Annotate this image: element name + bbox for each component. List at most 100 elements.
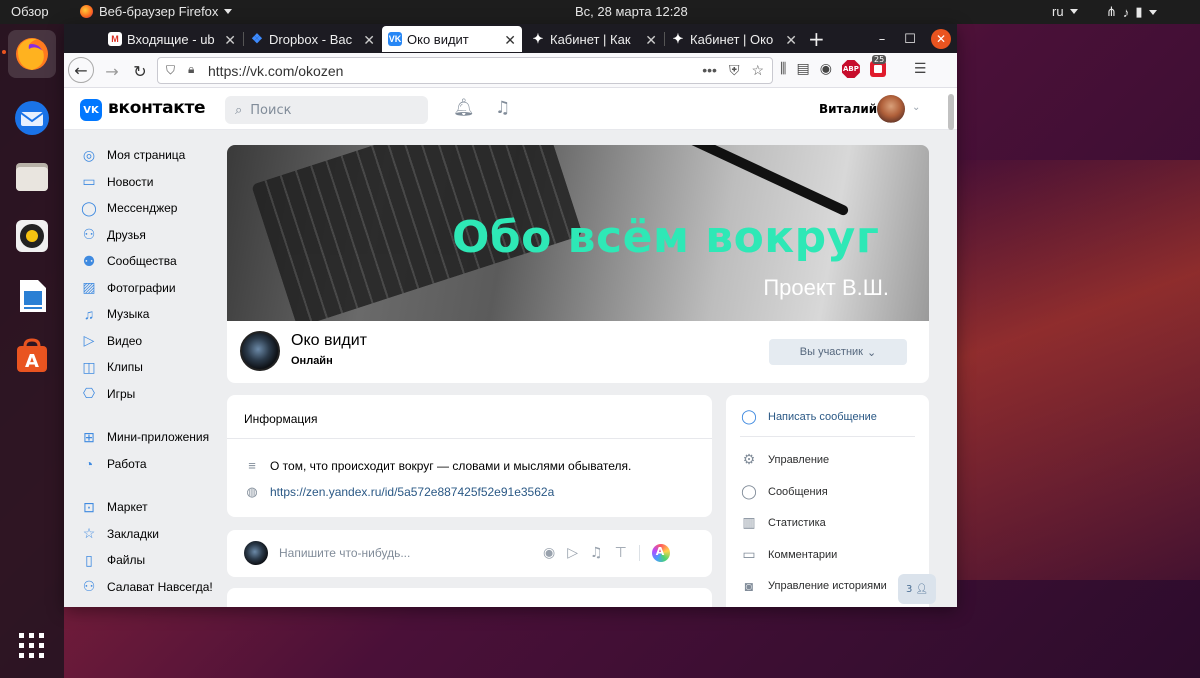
photo-icon: ▨ <box>82 279 96 296</box>
user-name[interactable]: Виталий <box>819 102 877 116</box>
scrollbar[interactable] <box>948 94 954 130</box>
tab-cabinet-1[interactable]: ✦ Кабинет | Как ✕ <box>525 26 663 52</box>
statistics-button[interactable]: ▥ Статистика <box>740 514 825 531</box>
vk-logo-icon[interactable]: VK <box>80 99 102 121</box>
page-actions-icon[interactable]: ••• <box>702 62 717 79</box>
chevron-down-icon <box>224 9 233 14</box>
members-count: 3 <box>905 583 913 595</box>
back-button[interactable]: ← <box>68 57 94 83</box>
article-icon[interactable]: ⊤ <box>615 545 627 561</box>
tab-cabinet-2[interactable]: ✦ Кабинет | Око ✕ <box>665 26 803 52</box>
bell-icon[interactable]: 🔔︎ <box>453 98 475 118</box>
thunderbird-icon <box>15 101 49 135</box>
info-description: О том, что происходит вокруг — словами и… <box>270 458 632 473</box>
sidebar-item-news[interactable]: ▭ Новости <box>80 169 220 196</box>
messages-button[interactable]: ◯ Сообщения <box>740 483 828 500</box>
sidebar-item-label: Мессенджер <box>107 201 178 216</box>
sidebar-item-mini-apps[interactable]: ⊞ Мини-приложения <box>80 424 220 451</box>
activities-button[interactable]: Обзор <box>11 4 49 19</box>
clock[interactable]: Вс, 28 марта 12:28 <box>575 4 688 19</box>
lock-icon[interactable]: 🔒︎ <box>188 62 194 77</box>
close-tab-icon[interactable]: ✕ <box>645 32 657 49</box>
firefox-icon <box>80 5 93 18</box>
sidebar-item-video[interactable]: ▷ Видео <box>80 328 220 355</box>
online-members-pill[interactable]: 3 👤︎ <box>898 574 936 604</box>
dock-rhythmbox[interactable] <box>8 212 56 260</box>
library-icon[interactable]: ⫼ <box>780 61 786 77</box>
reload-button[interactable]: ↻ <box>128 59 152 83</box>
sidebar-item-communities[interactable]: ⚉ Сообщества <box>80 248 220 275</box>
pocket-icon[interactable]: ⛨ <box>729 62 740 79</box>
manage-button[interactable]: ⚙ Управление <box>740 451 829 468</box>
bookmark-star-icon[interactable]: ☆ <box>751 62 764 79</box>
adblock-icon[interactable]: ABP <box>841 60 860 78</box>
sidebar-item-clips[interactable]: ◫ Клипы <box>80 354 220 381</box>
music-icon[interactable]: ♫ <box>495 98 510 118</box>
message-icon: ◯ <box>741 408 757 424</box>
url-bar[interactable]: ⛉ 🔒︎ https://vk.com/okozen ••• ⛨ ☆ <box>157 57 773 84</box>
membership-button[interactable]: Вы участник ⌄ <box>769 339 907 365</box>
news-icon: ▭ <box>82 173 96 190</box>
manage-stories-button[interactable]: ◙ Управление историями <box>740 578 887 594</box>
dock-files[interactable] <box>8 152 56 200</box>
sidebar-item-photos[interactable]: ▨ Фотографии <box>80 275 220 302</box>
community-avatar[interactable] <box>240 331 280 371</box>
close-tab-icon[interactable]: ✕ <box>224 32 236 49</box>
sidebar-item-friends[interactable]: ⚇ Друзья <box>80 222 220 249</box>
user-icon: ◎ <box>82 146 96 163</box>
sidebar-item-files[interactable]: ▯ Файлы <box>80 547 220 574</box>
tab-title: Dropbox - Вас <box>269 31 353 47</box>
sidebar-item-music[interactable]: ♫ Музыка <box>80 301 220 328</box>
sidebar-item-bookmarks[interactable]: ☆ Закладки <box>80 521 220 548</box>
close-tab-icon[interactable]: ✕ <box>785 32 797 49</box>
dock-thunderbird[interactable] <box>8 94 56 142</box>
shield-icon[interactable]: ⛉ <box>166 63 175 78</box>
music-icon[interactable]: ♫ <box>590 545 603 561</box>
close-window-button[interactable]: ✕ <box>931 29 951 49</box>
new-tab-button[interactable]: + <box>808 27 825 51</box>
close-tab-icon[interactable]: ✕ <box>504 32 516 49</box>
account-icon[interactable]: ◉ <box>820 61 832 77</box>
video-icon[interactable]: ▷ <box>567 545 578 561</box>
url-text: https://vk.com/okozen <box>208 63 344 79</box>
sidebar-item-work[interactable]: ◔ Работа <box>80 451 220 478</box>
menu-icon[interactable]: ☰ <box>914 61 927 77</box>
input-language[interactable]: ru <box>1052 4 1078 19</box>
chevron-down-icon[interactable]: ⌄ <box>912 102 920 113</box>
app-menu[interactable]: Веб-браузер Firefox <box>80 4 233 19</box>
avatar[interactable] <box>877 95 905 123</box>
toolbar-icons: ⫼ ▤ ◉ ABP ☰ <box>780 60 926 78</box>
sidebar-item-label: Фотографии <box>107 280 176 295</box>
sidebar-item-my-page[interactable]: ◎ Моя страница <box>80 142 220 169</box>
chevron-down-icon <box>1069 9 1078 14</box>
vk-icon: VK <box>388 32 402 46</box>
firefox-icon <box>16 38 48 70</box>
sidebar-item-market[interactable]: ⊡ Маркет <box>80 494 220 521</box>
sidebar-item-games[interactable]: ⎔ Игры <box>80 381 220 408</box>
camera-icon[interactable]: ◉ <box>543 545 555 561</box>
tab-vk[interactable]: VK Око видит ✕ <box>382 26 522 52</box>
search-input[interactable]: ⌕ Поиск <box>225 96 428 124</box>
forward-button[interactable]: → <box>100 59 124 83</box>
art-icon[interactable] <box>651 544 670 562</box>
info-link[interactable]: https://zen.yandex.ru/id/5a572e887425f52… <box>270 485 554 499</box>
tab-title: Око видит <box>407 31 469 47</box>
system-tray[interactable]: ⋔ ♪ ▮ <box>1106 4 1157 20</box>
maximize-button[interactable]: ☐ <box>900 29 920 49</box>
tab-dropbox[interactable]: ❖ Dropbox - Вас ✕ <box>244 26 381 52</box>
comments-button[interactable]: ▭ Комментарии <box>740 546 837 563</box>
dock-libreoffice-writer[interactable] <box>8 272 56 320</box>
write-message-button[interactable]: ◯ Написать сообщение <box>740 408 877 425</box>
dock-firefox[interactable] <box>8 30 56 78</box>
minimize-button[interactable]: – <box>872 29 892 49</box>
tab-gmail[interactable]: M Входящие - ub ✕ <box>102 26 242 52</box>
close-tab-icon[interactable]: ✕ <box>363 32 375 49</box>
post-input[interactable]: Напишите что-нибудь... <box>279 546 410 560</box>
show-applications-button[interactable] <box>8 622 56 670</box>
sidebar-item-salavat[interactable]: ⚇ Салават Навсегда! <box>80 574 220 601</box>
vk-logo-text[interactable]: вконтакте <box>108 98 206 118</box>
sidebar-icon[interactable]: ▤ <box>796 61 809 77</box>
dock-software-center[interactable]: A <box>8 332 56 380</box>
sidebar-item-messenger[interactable]: ◯ Мессенджер <box>80 195 220 222</box>
info-link-row[interactable]: ◍ https://zen.yandex.ru/id/5a572e887425f… <box>244 484 554 500</box>
